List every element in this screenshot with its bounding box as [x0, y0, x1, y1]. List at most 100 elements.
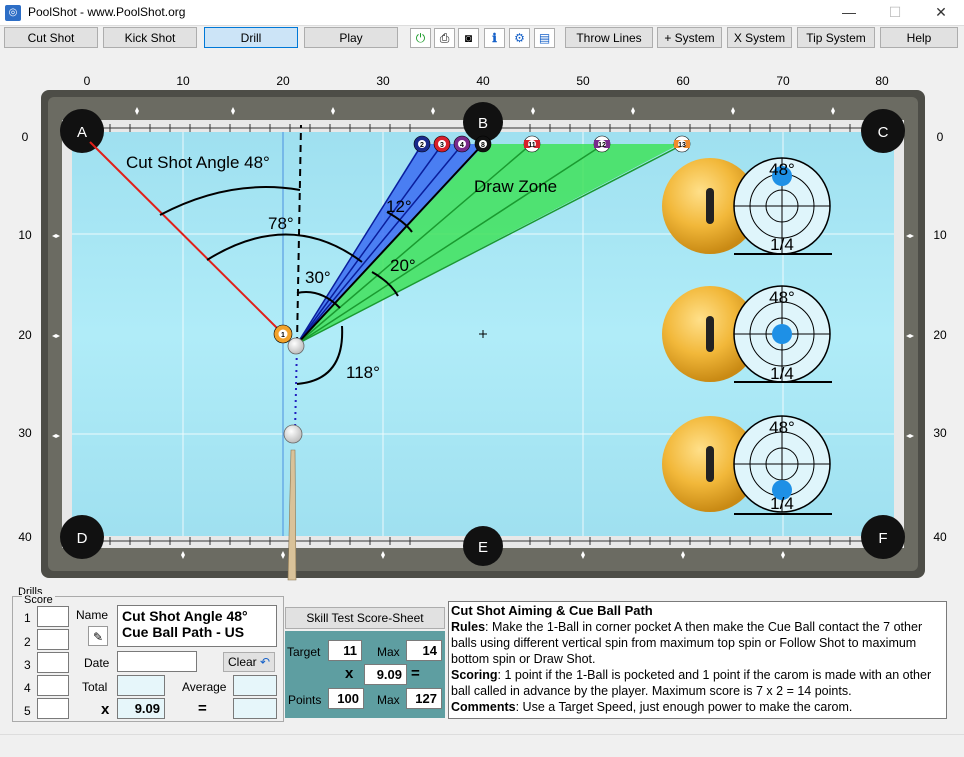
- score-input[interactable]: [37, 606, 69, 627]
- clear-label: Clear: [228, 655, 257, 669]
- score-input[interactable]: [37, 698, 69, 719]
- drills-panel: Drills Score 1 2 3 4 5 Name ✎ Cut Shot A…: [8, 586, 954, 724]
- rules-label: Rules: [451, 620, 486, 634]
- score-input[interactable]: [37, 629, 69, 650]
- notes-icon[interactable]: ▤: [534, 28, 555, 48]
- description-title: Cut Shot Aiming & Cue Ball Path: [451, 603, 653, 618]
- window-title: PoolShot - www.PoolShot.org: [28, 5, 186, 19]
- drill-description[interactable]: Cut Shot Aiming & Cue Ball Path Rules: M…: [448, 601, 947, 719]
- top-ruler-label: 80: [875, 74, 889, 88]
- info-icon[interactable]: ℹ: [484, 28, 505, 48]
- pocket-d-label[interactable]: D: [77, 530, 88, 547]
- top-ruler-label: 60: [676, 74, 690, 88]
- svg-text:2: 2: [420, 142, 424, 149]
- date-label: Date: [84, 656, 110, 670]
- help-button[interactable]: Help: [880, 27, 958, 48]
- power-icon[interactable]: ⏻: [410, 28, 431, 48]
- drill-name-field[interactable]: Cut Shot Angle 48° Cue Ball Path - US: [117, 605, 277, 647]
- minimize-button[interactable]: —: [826, 0, 872, 25]
- total-field[interactable]: [117, 675, 165, 696]
- top-ruler-label: 50: [576, 74, 590, 88]
- title-bar: ◎ PoolShot - www.PoolShot.org — ☐ ✕: [0, 0, 964, 26]
- scoring-paragraph: Scoring: 1 point if the 1-Ball is pocket…: [451, 667, 944, 699]
- x-system-button[interactable]: X System: [727, 27, 792, 48]
- points-label: Points: [288, 693, 322, 707]
- scoring-text: : 1 point if the 1-Ball is pocketed and …: [451, 668, 932, 698]
- ball-2[interactable]: 2: [413, 135, 431, 153]
- comments-paragraph: Comments: Use a Target Speed, just enoug…: [451, 699, 944, 715]
- max-label: Max: [377, 645, 400, 659]
- target-field[interactable]: 11: [328, 640, 362, 661]
- maximize-button[interactable]: ☐: [872, 0, 918, 25]
- settings-icon[interactable]: ⚙: [509, 28, 530, 48]
- cue-ball[interactable]: [283, 424, 303, 444]
- print-icon[interactable]: ⎙: [434, 28, 455, 48]
- ghost-ball[interactable]: [287, 337, 305, 355]
- right-ruler-label: 30: [933, 426, 947, 440]
- factor-field[interactable]: 9.09: [364, 664, 407, 685]
- aim-panel-1: [662, 157, 832, 255]
- angle-20-label: 20°: [390, 256, 416, 275]
- ball-1[interactable]: 1: [273, 324, 293, 344]
- ball-3[interactable]: 3: [433, 135, 451, 153]
- left-ruler-label: 0: [22, 130, 29, 144]
- svg-text:3: 3: [440, 142, 444, 149]
- pocket-c-label[interactable]: C: [878, 124, 889, 141]
- play-button[interactable]: Play: [304, 27, 398, 48]
- right-ruler-label: 10: [933, 228, 947, 242]
- score-group-label: Score: [22, 594, 55, 606]
- multiplier-field[interactable]: 9.09: [117, 698, 165, 719]
- cut-shot-button[interactable]: Cut Shot: [4, 27, 98, 48]
- plus-system-button[interactable]: + System: [657, 27, 722, 48]
- pocket-b-label[interactable]: B: [478, 115, 488, 132]
- pocket-f-label[interactable]: F: [878, 530, 887, 547]
- result-field[interactable]: [233, 698, 277, 719]
- row-number: 4: [24, 681, 31, 695]
- left-ruler-label: 40: [18, 530, 32, 544]
- clear-button[interactable]: Clear ↶: [223, 652, 275, 672]
- points-field[interactable]: 100: [328, 688, 364, 709]
- date-input[interactable]: [117, 651, 197, 672]
- svg-text:8: 8: [481, 142, 485, 149]
- pool-table[interactable]: 0 10 20 30 40 50 60 70 80 0 10 20 30 40 …: [0, 54, 964, 584]
- rules-paragraph: Rules: Make the 1-Ball in corner pocket …: [451, 619, 944, 667]
- max-field[interactable]: 14: [406, 640, 442, 661]
- close-button[interactable]: ✕: [918, 0, 964, 25]
- angle-78-label: 78°: [268, 214, 294, 233]
- left-ruler-label: 20: [18, 328, 32, 342]
- rules-text: : Make the 1-Ball in corner pocket A the…: [451, 620, 923, 666]
- multiply-symbol: x: [101, 701, 110, 718]
- table-canvas: 0 10 20 30 40 50 60 70 80 0 10 20 30 40 …: [0, 54, 964, 584]
- cut-shot-angle-label: Cut Shot Angle 48°: [126, 153, 270, 172]
- top-ruler-label: 40: [476, 74, 490, 88]
- row-number: 5: [24, 704, 31, 718]
- ball-4[interactable]: 4: [453, 135, 471, 153]
- pocket-e-label[interactable]: E: [478, 539, 488, 556]
- average-field[interactable]: [233, 675, 277, 696]
- drill-button[interactable]: Drill: [204, 27, 298, 48]
- ball-12[interactable]: 12: [593, 135, 611, 153]
- score-input[interactable]: [37, 652, 69, 673]
- angle-12-label: 12°: [386, 197, 412, 216]
- name-label: Name: [76, 608, 109, 622]
- throw-lines-button[interactable]: Throw Lines: [565, 27, 653, 48]
- skill-test-button[interactable]: Skill Test Score-Sheet: [285, 607, 445, 629]
- edit-name-icon[interactable]: ✎: [88, 626, 108, 646]
- right-ruler-label: 40: [933, 530, 947, 544]
- max2-field[interactable]: 127: [406, 688, 442, 709]
- row-number: 2: [24, 635, 31, 649]
- kick-shot-button[interactable]: Kick Shot: [103, 27, 197, 48]
- svg-text:11: 11: [528, 142, 536, 149]
- ball-11[interactable]: 11: [523, 135, 541, 153]
- svg-text:4: 4: [460, 142, 464, 149]
- ball-13[interactable]: 13: [673, 135, 691, 153]
- pocket-a-label[interactable]: A: [77, 124, 87, 141]
- camera-icon[interactable]: ◙: [458, 28, 479, 48]
- aim-fraction-label: 1/4: [770, 364, 794, 383]
- svg-text:12: 12: [598, 142, 606, 149]
- ball-8[interactable]: 8: [474, 135, 492, 153]
- top-ruler-label: 20: [276, 74, 290, 88]
- tip-system-button[interactable]: Tip System: [797, 27, 875, 48]
- aim-angle-label: 48°: [769, 160, 795, 179]
- score-input[interactable]: [37, 675, 69, 696]
